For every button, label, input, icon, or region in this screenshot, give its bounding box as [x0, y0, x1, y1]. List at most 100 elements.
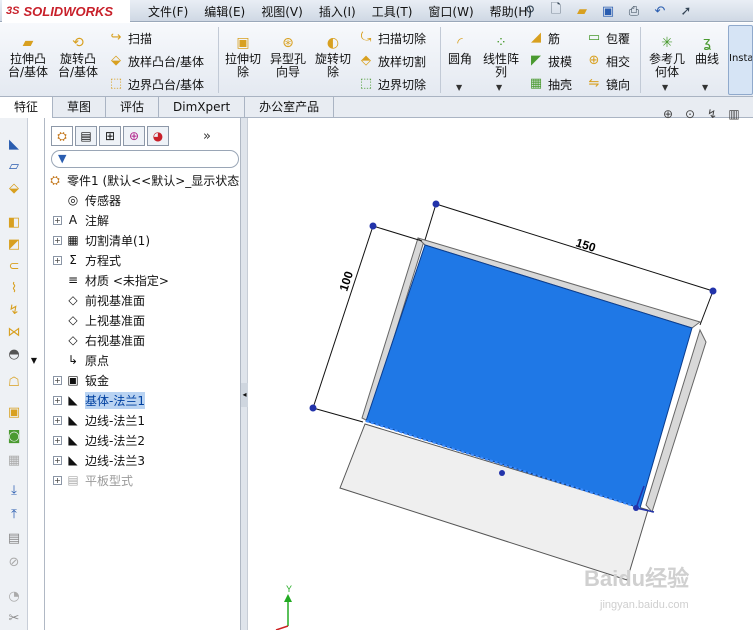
mirror-button[interactable]: ⇋ 镜向 [586, 74, 630, 94]
tree-item[interactable]: ↳ 原点 [53, 351, 109, 369]
menu-view[interactable]: 视图(V) [253, 3, 311, 20]
loft-cut-button[interactable]: ⬘ 放样切割 [358, 51, 426, 71]
insert-bends-icon[interactable]: ◔ [5, 588, 23, 606]
feature-manager-tab-icon[interactable]: ⛭ [51, 126, 73, 146]
save-icon[interactable]: ▣ [598, 2, 618, 20]
sketch-point[interactable] [499, 470, 505, 476]
reference-geometry-button[interactable]: ✳ 参考几 何体 [646, 35, 688, 79]
select-pointer-icon[interactable]: ➚ [676, 2, 696, 20]
tree-item[interactable]: ◇ 右视基准面 [53, 331, 145, 349]
expand-toggle-icon[interactable]: + [53, 475, 62, 485]
menu-insert[interactable]: 插入(I) [311, 3, 364, 20]
sketch-point[interactable] [432, 200, 440, 208]
fillet-dropdown-icon[interactable]: ▼ [456, 83, 462, 92]
tree-item[interactable]: + ◣ 边线-法兰1 [53, 411, 145, 429]
rib-button[interactable]: ◢ 筋 [528, 28, 560, 48]
tree-item[interactable]: + Σ 方程式 [53, 251, 121, 269]
simple-hole-icon[interactable]: ◙ [5, 428, 23, 446]
expand-toggle-icon[interactable]: + [53, 455, 62, 465]
expand-toggle-icon[interactable]: + [53, 415, 62, 425]
tree-item[interactable]: + ◣ 基体-法兰1 [53, 391, 145, 409]
tree-item[interactable]: ◎ 传感器 [53, 191, 121, 209]
sketched-bend-icon[interactable]: ↯ [5, 302, 23, 320]
extruded-cut-tool-icon[interactable]: ▣ [5, 404, 23, 422]
tree-item[interactable]: + A 注解 [53, 211, 109, 229]
expand-toggle-icon[interactable]: + [53, 235, 62, 245]
graphics-area[interactable]: 150 100 Y [248, 118, 753, 630]
cross-break-icon[interactable]: ⋈ [5, 324, 23, 342]
undo-icon[interactable]: ↶ [650, 2, 670, 20]
expand-toggle-icon[interactable]: + [53, 215, 62, 225]
extrude-boss-button[interactable]: ▰ 拉伸凸 台/基体 [6, 35, 50, 79]
revolve-boss-button[interactable]: ⟲ 旋转凸 台/基体 [56, 35, 100, 79]
hole-wizard-button[interactable]: ⊛ 异型孔 向导 [266, 35, 310, 79]
zoom-to-fit-icon[interactable]: ⊕ [659, 105, 677, 123]
tab-dimxpert[interactable]: DimXpert [159, 97, 246, 117]
tab-sketch[interactable]: 草图 [53, 97, 107, 117]
menu-file[interactable]: 文件(F) [140, 3, 196, 20]
menu-window[interactable]: 窗口(W) [420, 3, 481, 20]
hem-icon[interactable]: ⊂ [5, 258, 23, 276]
linear-pattern-button[interactable]: ⁘ 线性阵 列 [480, 35, 522, 79]
base-flange-tool-icon[interactable]: ◣ [5, 136, 23, 154]
dimension-100[interactable]: 100 [337, 269, 357, 293]
new-document-icon[interactable]: 🗋 [546, 2, 566, 20]
sweep-cut-button[interactable]: ⤿ 扫描切除 [358, 28, 426, 48]
property-manager-tab-icon[interactable]: ▤ [75, 126, 97, 146]
expand-toggle-icon[interactable]: + [53, 375, 62, 385]
shell-button[interactable]: ▦ 抽壳 [528, 74, 572, 94]
no-bends-icon[interactable]: ⊘ [5, 554, 23, 572]
open-folder-icon[interactable]: ▰ [572, 2, 592, 20]
dimxpert-manager-tab-icon[interactable]: ⊕ [123, 126, 145, 146]
flatten-icon[interactable]: ▤ [5, 530, 23, 548]
lofted-bend-icon[interactable]: ⬙ [5, 180, 23, 198]
fold-icon[interactable]: ⤒ [5, 506, 23, 524]
intersect-button[interactable]: ⊕ 相交 [586, 51, 630, 71]
instant3d-button[interactable]: Insta [728, 25, 753, 95]
tree-item[interactable]: + ◣ 边线-法兰3 [53, 451, 145, 469]
expand-toggle-icon[interactable]: + [53, 435, 62, 445]
miter-flange-icon[interactable]: ◩ [5, 236, 23, 254]
expand-toggle-icon[interactable]: + [53, 395, 62, 405]
boundary-boss-button[interactable]: ⬚ 边界凸台/基体 [108, 74, 204, 94]
convert-to-sheetmetal-icon[interactable]: ▱ [5, 158, 23, 176]
tree-item[interactable]: ≡ 材质 <未指定> [53, 271, 169, 289]
collapse-panel-icon[interactable]: ◂ [241, 383, 248, 407]
forming-tool-icon[interactable]: ☖ [5, 374, 23, 392]
tree-item[interactable]: + ▦ 切割清单(1) [53, 231, 150, 249]
expand-panel-icon[interactable]: » [203, 129, 211, 144]
menu-tools[interactable]: 工具(T) [364, 3, 421, 20]
tree-item[interactable]: ◇ 上视基准面 [53, 311, 145, 329]
display-manager-tab-icon[interactable]: ◕ [147, 126, 169, 146]
feature-tree-filter[interactable]: ▼ [51, 150, 239, 168]
panel-splitter[interactable]: ◂ [241, 118, 248, 630]
fillet-button[interactable]: ◜ 圆角 [444, 35, 476, 66]
vent-icon[interactable]: ▦ [5, 452, 23, 470]
expand-toggle-icon[interactable]: + [53, 255, 62, 265]
menu-edit[interactable]: 编辑(E) [196, 3, 253, 20]
edge-flange-tool-icon[interactable]: ◧ [5, 214, 23, 232]
tab-features[interactable]: 特征 [0, 97, 54, 118]
curves-dropdown-icon[interactable]: ▼ [702, 83, 708, 92]
pin-icon[interactable]: ⚲ [520, 2, 540, 20]
tab-office-products[interactable]: 办公室产品 [245, 97, 335, 117]
configuration-manager-tab-icon[interactable]: ⊞ [99, 126, 121, 146]
pattern-dropdown-icon[interactable]: ▼ [496, 83, 502, 92]
section-view-icon[interactable]: ▥ [725, 105, 743, 123]
extrude-cut-button[interactable]: ▣ 拉伸切 除 [222, 35, 264, 79]
wrap-button[interactable]: ▭ 包覆 [586, 28, 630, 48]
tab-evaluate[interactable]: 评估 [106, 97, 160, 117]
print-icon[interactable]: ⎙ [624, 2, 644, 20]
tree-root-part[interactable]: ⛭ 零件1 (默认<<默认>_显示状态 [47, 171, 239, 189]
sweep-button[interactable]: ↪ 扫描 [108, 28, 152, 48]
corner-dropdown-icon[interactable]: ▼ [30, 352, 38, 370]
jog-icon[interactable]: ⌇ [5, 280, 23, 298]
zoom-to-area-icon[interactable]: ⊙ [681, 105, 699, 123]
draft-button[interactable]: ◤ 拔模 [528, 51, 572, 71]
sketch-point[interactable] [709, 287, 717, 295]
previous-view-icon[interactable]: ↯ [703, 105, 721, 123]
solidworks-logo[interactable]: 3S SOLIDWORKS [2, 0, 130, 22]
sketch-point[interactable] [369, 222, 377, 230]
closed-corner-icon[interactable]: ◓ [5, 346, 23, 364]
dimension-150[interactable]: 150 [574, 236, 598, 255]
